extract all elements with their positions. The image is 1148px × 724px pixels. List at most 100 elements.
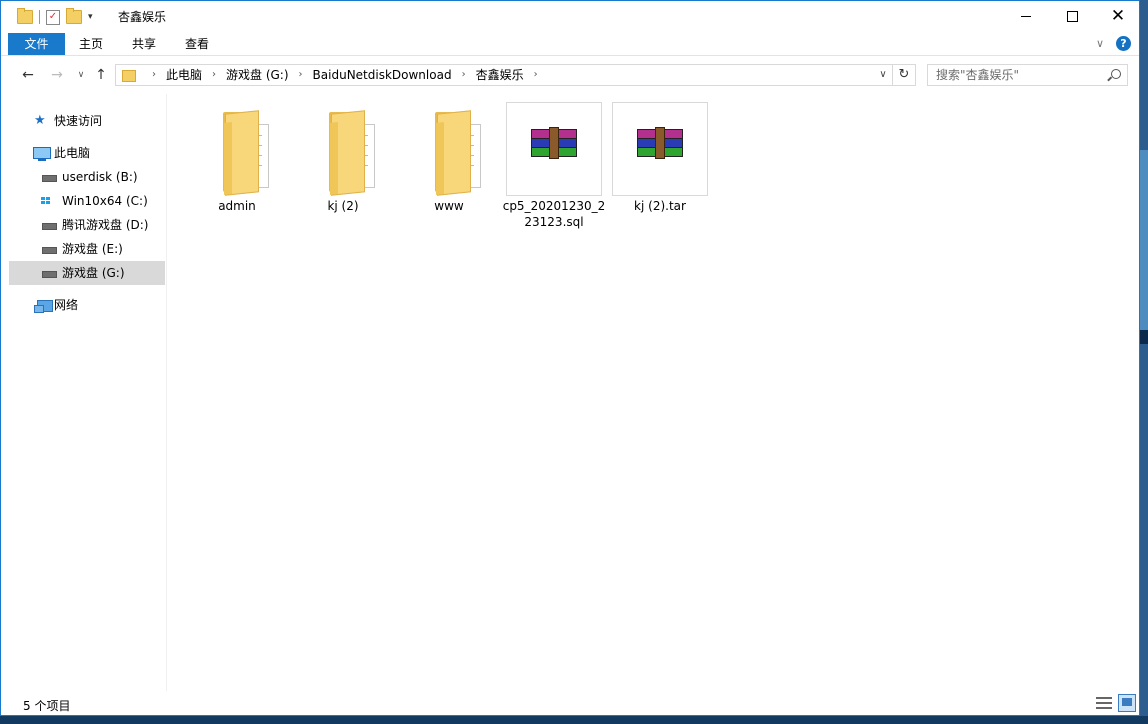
network-icon: [34, 300, 53, 313]
folder-thumb: [189, 102, 285, 196]
file-item[interactable]: cp5_20201230_223123.sql: [503, 94, 605, 234]
file-name: cp5_20201230_223123.sql: [502, 199, 606, 229]
toolbar-divider: [39, 10, 40, 24]
breadcrumb-current[interactable]: 杏鑫娱乐: [476, 65, 524, 85]
desktop-background: [0, 716, 1148, 724]
tab-view[interactable]: 查看: [173, 33, 221, 55]
maximize-button[interactable]: [1049, 1, 1095, 31]
sidebar-item-drive-e[interactable]: 游戏盘 (E:): [9, 237, 165, 261]
sidebar-item-drive-b[interactable]: userdisk (B:): [9, 165, 165, 189]
item-count: 5 个项目: [23, 699, 71, 713]
tab-file[interactable]: 文件: [8, 33, 65, 55]
sidebar-item-drive-g[interactable]: 游戏盘 (G:): [9, 261, 165, 285]
computer-icon: [33, 147, 51, 161]
sidebar-item-label: 网络: [54, 298, 79, 312]
tab-home[interactable]: 主页: [67, 33, 115, 55]
forward-button[interactable]: →: [47, 65, 67, 85]
sidebar-item-label: 快速访问: [54, 114, 103, 128]
properties-icon[interactable]: ✓: [46, 9, 60, 25]
chevron-right-icon[interactable]: ›: [299, 65, 303, 85]
file-item[interactable]: www: [401, 94, 497, 234]
sidebar-item-drive-c[interactable]: Win10x64 (C:): [9, 189, 165, 213]
sidebar-item-network[interactable]: 网络: [9, 293, 165, 317]
explorer-window: ✓ ▾ 杏鑫娱乐 ✕ 文件 主页 共享 查看 ∨ ? ← → ∨ ↑ › 此电脑…: [0, 0, 1140, 716]
sidebar-item-this-pc[interactable]: 此电脑: [9, 141, 165, 165]
window-title: 杏鑫娱乐: [118, 10, 167, 24]
sidebar-item-label: 游戏盘 (E:): [62, 242, 123, 256]
windows-drive-icon: [41, 197, 51, 205]
file-item[interactable]: kj (2): [295, 94, 391, 234]
archive-icon: [531, 127, 577, 165]
sidebar-item-label: Win10x64 (C:): [62, 194, 148, 208]
arrow-right-icon: →: [51, 67, 63, 83]
sidebar-item-label: 游戏盘 (G:): [62, 266, 125, 280]
sidebar-item-quick-access[interactable]: ★ 快速访问: [9, 109, 165, 133]
file-list: admin kj (2) www cp5_20201230_223123.sql…: [167, 94, 1141, 691]
navigation-bar: ← → ∨ ↑ › 此电脑 › 游戏盘 (G:) › BaiduNetdiskD…: [1, 56, 1139, 94]
file-name: www: [434, 199, 464, 213]
status-bar: 5 个项目: [1, 691, 1139, 717]
folder-icon[interactable]: [17, 8, 33, 24]
drive-icon: [42, 223, 57, 230]
sidebar-item-label: 腾讯游戏盘 (D:): [62, 218, 149, 232]
file-item[interactable]: admin: [189, 94, 285, 234]
minimize-icon: [1021, 15, 1031, 17]
folder-thumb: [401, 102, 497, 196]
customize-toolbar-icon[interactable]: ▾: [88, 12, 93, 22]
search-placeholder: 搜索"杏鑫娱乐": [936, 68, 1020, 82]
search-input[interactable]: 搜索"杏鑫娱乐": [927, 64, 1128, 86]
navigation-pane: ★ 快速访问 此电脑 userdisk (B:) Win10x64 (C:) 腾…: [9, 94, 167, 691]
tab-share[interactable]: 共享: [120, 33, 168, 55]
minimize-button[interactable]: [1003, 1, 1049, 31]
chevron-right-icon[interactable]: ›: [534, 65, 538, 85]
expand-ribbon-icon[interactable]: ∨: [1096, 37, 1104, 50]
file-item[interactable]: kj (2).tar: [612, 94, 708, 234]
help-icon[interactable]: ?: [1116, 36, 1131, 51]
recent-locations-button[interactable]: ∨: [71, 65, 91, 85]
quick-access-toolbar: ✓ ▾: [17, 8, 93, 26]
file-name: kj (2).tar: [634, 199, 686, 213]
ribbon-right-controls: ∨ ?: [1096, 36, 1131, 51]
folder-icon: [435, 110, 495, 196]
sidebar-item-drive-d[interactable]: 腾讯游戏盘 (D:): [9, 213, 165, 237]
close-icon: ✕: [1110, 5, 1126, 26]
archive-thumb: [612, 102, 708, 196]
drive-icon: [42, 271, 57, 278]
up-button[interactable]: ↑: [91, 65, 111, 85]
breadcrumb-download[interactable]: BaiduNetdiskDownload: [313, 65, 452, 85]
chevron-right-icon[interactable]: ›: [212, 65, 216, 85]
sidebar-item-label: 此电脑: [54, 146, 91, 160]
ribbon-tabs: 文件 主页 共享 查看 ∨ ?: [1, 31, 1139, 55]
folder-icon: [329, 110, 389, 196]
folder-icon: [122, 70, 136, 82]
chevron-down-icon: ∨: [77, 70, 85, 80]
folder-thumb: [295, 102, 391, 196]
large-icons-view-icon[interactable]: [1118, 694, 1136, 712]
chevron-right-icon[interactable]: ›: [462, 65, 466, 85]
file-name: admin: [218, 199, 256, 213]
breadcrumb-drive[interactable]: 游戏盘 (G:): [226, 65, 289, 85]
chevron-right-icon: ›: [152, 69, 156, 80]
breadcrumb-this-pc[interactable]: 此电脑: [166, 65, 202, 85]
arrow-up-icon: ↑: [95, 67, 107, 83]
details-view-icon[interactable]: [1096, 696, 1112, 710]
address-dropdown-icon[interactable]: ∨: [875, 65, 891, 85]
drive-icon: [42, 247, 57, 254]
file-name: kj (2): [327, 199, 359, 213]
arrow-left-icon: ←: [22, 67, 34, 83]
drive-icon: [42, 175, 57, 182]
sidebar-item-label: userdisk (B:): [62, 170, 138, 184]
back-button[interactable]: ←: [18, 65, 38, 85]
title-bar: ✓ ▾ 杏鑫娱乐 ✕: [1, 1, 1139, 31]
close-button[interactable]: ✕: [1095, 1, 1141, 31]
new-folder-icon[interactable]: [66, 8, 82, 24]
address-bar[interactable]: › 此电脑 › 游戏盘 (G:) › BaiduNetdiskDownload …: [115, 64, 916, 86]
search-icon: [1111, 69, 1121, 79]
maximize-icon: [1066, 10, 1078, 22]
star-icon: ★: [34, 113, 46, 128]
breadcrumb: › 此电脑 › 游戏盘 (G:) › BaiduNetdiskDownload …: [142, 65, 548, 85]
refresh-icon[interactable]: ↻: [892, 65, 915, 85]
archive-thumb: [506, 102, 602, 196]
folder-icon: [223, 110, 283, 196]
archive-icon: [637, 127, 683, 165]
